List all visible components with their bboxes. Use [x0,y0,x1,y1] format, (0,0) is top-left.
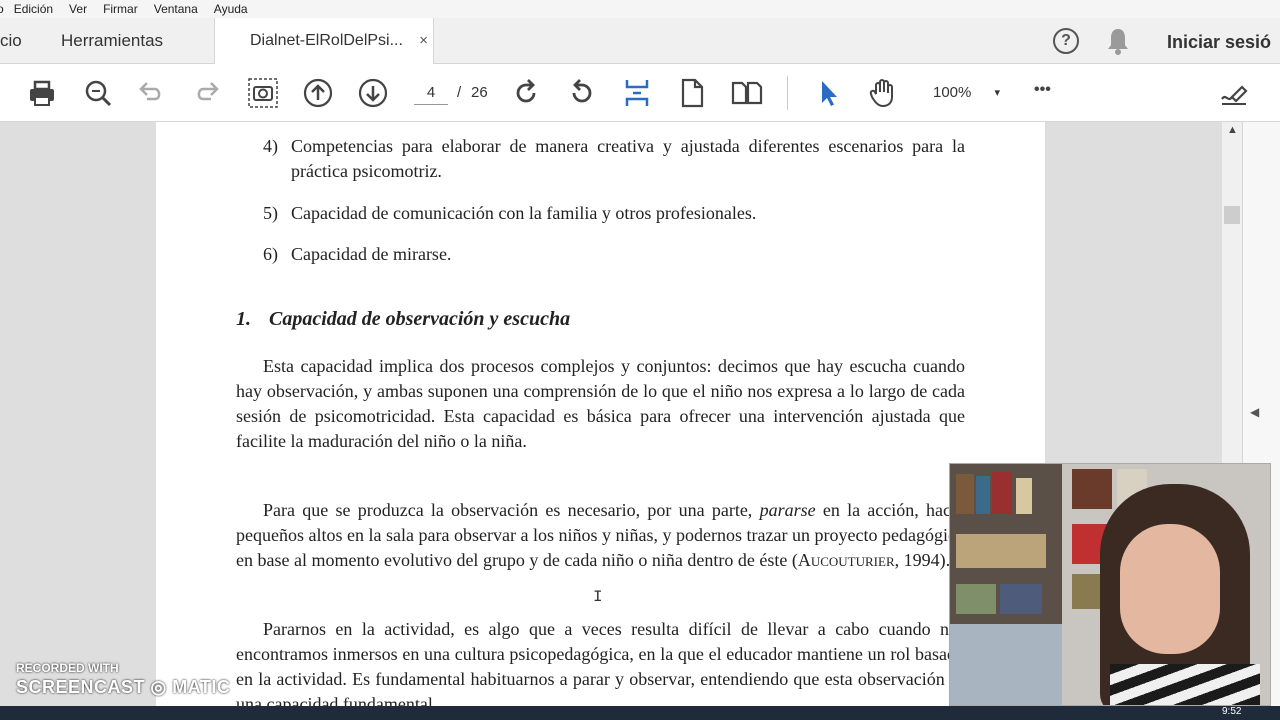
close-icon[interactable]: × [419,32,428,49]
help-icon[interactable]: ? [1053,28,1079,54]
rotate-counterclockwise-icon[interactable] [566,77,598,109]
page-total: 26 [471,84,488,101]
tab-bar: cio Herramientas Dialnet-ElRolDelPsi... … [0,18,1280,64]
toolbar: 4 / 26 100% ▾ ••• [0,64,1280,122]
section-heading-number: 1. [236,308,251,330]
page-number-input[interactable]: 4 [414,81,448,105]
person-shirt [1110,664,1260,705]
collapse-panel-icon[interactable]: ◀ [1250,405,1259,419]
fit-page-icon[interactable] [621,77,653,109]
list-item-number: 5) [263,203,278,223]
menu-bar: o Edición Ver Firmar Ventana Ayuda [0,0,1280,18]
tab-herramientas[interactable]: Herramientas [61,18,163,64]
paragraph-2-text-c: , 1994). [894,550,951,570]
signin-button[interactable]: Iniciar sesió [1167,32,1271,53]
page-separator: / [457,84,462,101]
menu-item-edicion[interactable]: Edición [14,2,53,16]
pdf-page: 4) Competencias para elaborar de manera … [156,122,1045,720]
screencast-watermark: RECORDED WITH SCREENCAST ◎ MATIC [16,661,230,698]
list-item-number: 6) [263,244,278,264]
bookshelf-left [950,464,1062,705]
two-page-icon[interactable] [731,77,763,109]
section-heading-text: Capacidad de observación y escucha [269,308,571,330]
list-item-text: Competencias para elaborar de manera cre… [291,136,965,181]
paragraph-3: Pararnos en la actividad, es algo que a … [236,619,965,714]
list-item-text: Capacidad de mirarse. [291,244,452,264]
paragraph-1: Esta capacidad implica dos procesos comp… [236,356,965,451]
section-heading: 1. Capacidad de observación y escucha [236,308,570,331]
rotate-clockwise-icon[interactable] [510,77,542,109]
page-up-icon[interactable] [302,77,334,109]
watermark-line-1: RECORDED WITH [16,661,119,675]
hand-tool-icon[interactable] [867,77,899,109]
list-item-text: Capacidad de comunicación con la familia… [291,203,757,223]
menu-item-archivo[interactable]: o [0,2,4,16]
tab-document-label: Dialnet-ElRolDelPsi... [250,32,403,49]
paragraph-2-author: Aucouturier [797,550,895,570]
webcam-overlay [949,463,1271,706]
tab-document[interactable]: Dialnet-ElRolDelPsi... × [214,18,434,64]
tab-inicio[interactable]: cio [0,18,22,64]
watermark-line-2: SCREENCAST ◎ MATIC [16,677,231,697]
zoom-select[interactable]: 100% ▾ [922,81,1010,105]
taskbar [0,706,1280,720]
more-options-icon[interactable]: ••• [1034,81,1066,113]
select-cursor-icon[interactable] [812,77,844,109]
sign-pen-icon[interactable] [1218,77,1250,109]
menu-item-ayuda[interactable]: Ayuda [214,2,248,16]
paragraph-2-text-a: Para que se produzca la observación es n… [263,500,760,520]
undo-icon[interactable] [135,77,167,109]
menu-item-ventana[interactable]: Ventana [154,2,198,16]
print-icon[interactable] [26,77,58,109]
list-item-number: 4) [263,136,278,156]
menu-item-firmar[interactable]: Firmar [103,2,138,16]
zoom-search-icon[interactable] [82,77,114,109]
bell-icon[interactable] [1106,27,1130,55]
toolbar-divider [787,76,788,110]
person-face [1120,524,1220,654]
page-down-icon[interactable] [357,77,389,109]
paragraph-2-emphasis: pararse [759,500,816,520]
menu-item-ver[interactable]: Ver [69,2,87,16]
redo-icon[interactable] [191,77,223,109]
zoom-value: 100% [933,84,972,101]
chevron-down-icon: ▾ [994,87,1000,99]
single-page-icon[interactable] [676,77,708,109]
paragraph-2: Para que se produzca la observación es n… [236,498,965,573]
snapshot-icon[interactable] [247,77,279,109]
scroll-thumb[interactable] [1224,206,1240,224]
text-cursor-icon: I [593,588,603,606]
taskbar-clock: 9:52 [1222,706,1242,717]
scroll-up-icon[interactable]: ▲ [1227,124,1238,136]
